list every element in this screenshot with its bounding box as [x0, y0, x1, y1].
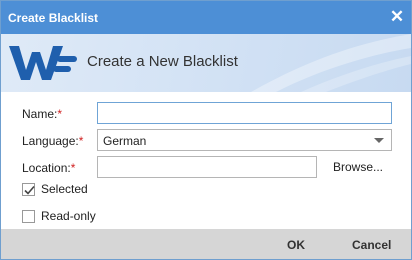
banner-heading: Create a New Blacklist — [87, 53, 238, 70]
language-label: Language:* — [22, 134, 84, 148]
ok-button[interactable]: OK — [287, 238, 305, 252]
chevron-down-icon[interactable] — [374, 138, 384, 143]
language-select[interactable]: German — [97, 129, 392, 151]
name-input[interactable] — [97, 102, 392, 124]
close-icon[interactable]: ✕ — [388, 7, 406, 27]
dialog-title: Create Blacklist — [8, 11, 99, 25]
language-selected-value: German — [103, 134, 147, 148]
cancel-button[interactable]: Cancel — [352, 238, 391, 252]
location-label: Location:* — [22, 161, 76, 175]
name-label: Name:* — [22, 107, 63, 121]
location-input[interactable] — [97, 156, 317, 178]
create-blacklist-dialog: Create Blacklist ✕ Create a New Blacklis… — [0, 0, 412, 260]
title-bar: Create Blacklist ✕ — [1, 1, 411, 34]
name-required-mark: * — [57, 107, 63, 121]
selected-checkbox[interactable] — [22, 183, 35, 196]
header-banner: Create a New Blacklist — [1, 34, 411, 92]
readonly-checkbox-label[interactable]: Read-only — [41, 209, 96, 223]
checkmark-icon — [24, 185, 35, 195]
selected-checkbox-label[interactable]: Selected — [41, 182, 88, 196]
wf-logo — [9, 46, 77, 80]
language-required-mark: * — [78, 134, 84, 148]
browse-button[interactable]: Browse... — [333, 160, 383, 174]
dialog-footer: OK Cancel — [1, 229, 411, 259]
location-required-mark: * — [70, 161, 76, 175]
readonly-checkbox[interactable] — [22, 210, 35, 223]
